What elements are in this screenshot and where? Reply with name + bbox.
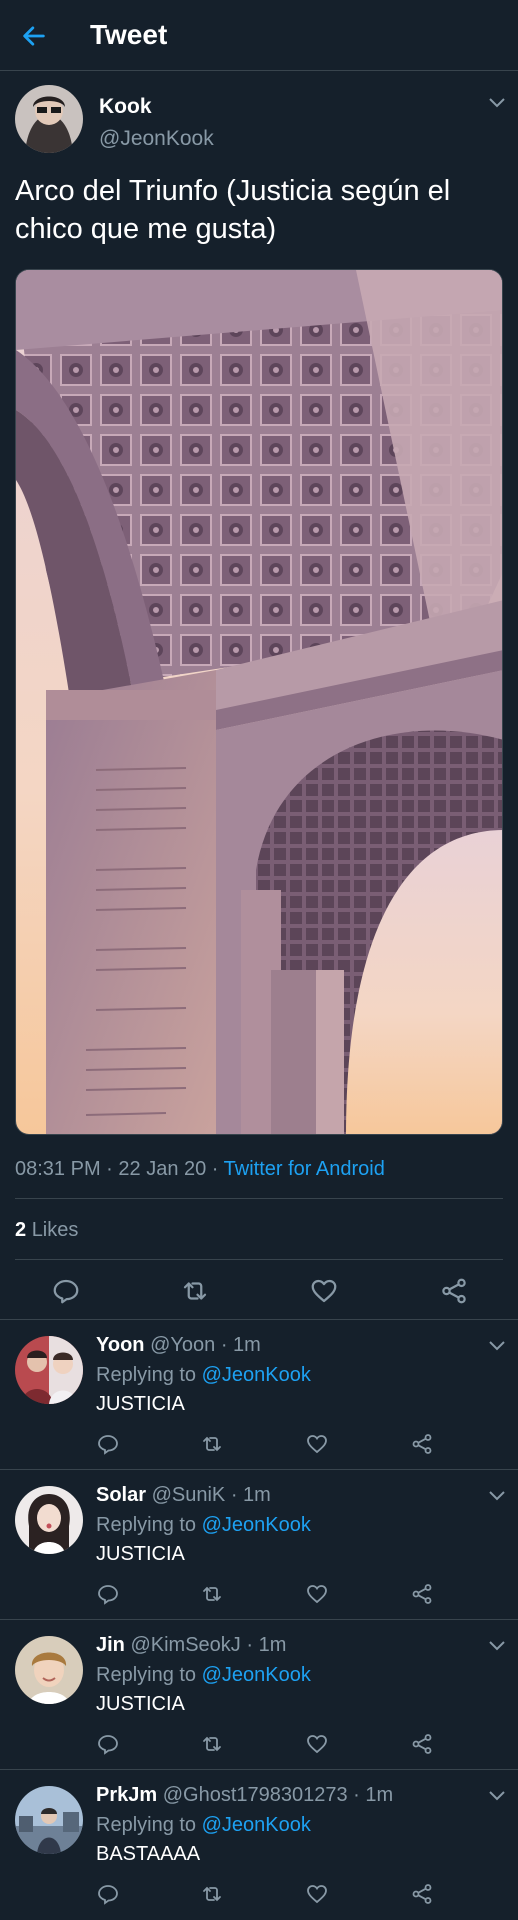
replying-to-link[interactable]: @JeonKook [202, 1514, 311, 1536]
author-name[interactable]: Kook [99, 95, 152, 119]
reply-avatar[interactable] [15, 1636, 83, 1704]
tweet-time: 08:31 PM [15, 1158, 101, 1180]
reply-name[interactable]: PrkJm [96, 1784, 157, 1806]
replying-to: Replying to @JeonKook [96, 1514, 311, 1537]
likes-label: Likes [31, 1219, 79, 1241]
tweet-author: Kook @JeonKook [0, 71, 518, 161]
author-handle[interactable]: @JeonKook [99, 127, 214, 151]
chevron-down-icon[interactable] [488, 1490, 506, 1502]
reply-icon[interactable] [96, 1732, 120, 1756]
reply-name[interactable]: Solar [96, 1484, 146, 1506]
chevron-down-icon[interactable] [488, 1790, 506, 1802]
reply-icon[interactable] [96, 1582, 120, 1606]
reply-icon[interactable] [51, 1276, 81, 1306]
reply-tweet[interactable]: Yoon @Yoon · 1m Replying to @JeonKook JU… [0, 1320, 518, 1470]
replying-to-link[interactable]: @JeonKook [202, 1814, 311, 1836]
reply-text: JUSTICIA [96, 1393, 185, 1415]
replying-label: Replying to [96, 1514, 197, 1536]
divider [15, 1259, 503, 1260]
tweet-photo[interactable] [15, 269, 503, 1135]
chevron-down-icon[interactable] [488, 1340, 506, 1352]
chevron-down-icon[interactable] [488, 1640, 506, 1652]
reply-icon[interactable] [96, 1432, 120, 1456]
share-icon[interactable] [410, 1732, 434, 1756]
replying-to: Replying to @JeonKook [96, 1814, 311, 1837]
reply-tweet[interactable]: PrkJm @Ghost1798301273 · 1m Replying to … [0, 1770, 518, 1920]
share-icon[interactable] [410, 1432, 434, 1456]
share-icon[interactable] [439, 1276, 469, 1306]
reply-icon[interactable] [96, 1882, 120, 1906]
reply-avatar[interactable] [15, 1336, 83, 1404]
reply-avatar[interactable] [15, 1486, 83, 1554]
like-icon[interactable] [309, 1276, 339, 1306]
reply-time: 1m [233, 1334, 261, 1356]
tweet-text: Arco del Triunfo (Justicia según el chic… [15, 175, 451, 245]
retweet-icon[interactable] [200, 1882, 224, 1906]
replying-label: Replying to [96, 1664, 197, 1686]
reply-time: 1m [258, 1634, 287, 1656]
retweet-icon[interactable] [200, 1732, 224, 1756]
like-icon[interactable] [305, 1432, 329, 1456]
reply-header: PrkJm @Ghost1798301273 · 1m [96, 1784, 394, 1806]
retweet-icon[interactable] [180, 1276, 210, 1306]
reply-text: JUSTICIA [96, 1693, 185, 1715]
top-bar: Tweet [0, 0, 518, 71]
reply-handle[interactable]: @KimSeokJ [130, 1634, 240, 1656]
reply-time: 1m [365, 1784, 394, 1806]
author-avatar[interactable] [15, 85, 83, 153]
like-icon[interactable] [305, 1582, 329, 1606]
tweet-actions [0, 1272, 518, 1320]
share-icon[interactable] [410, 1882, 434, 1906]
page-title: Tweet [90, 19, 168, 50]
tweet-meta: 08:31 PM · 22 Jan 20 · Twitter for Andro… [15, 1158, 385, 1180]
like-icon[interactable] [305, 1882, 329, 1906]
replying-to-link[interactable]: @JeonKook [202, 1364, 311, 1386]
arrow-left-icon[interactable] [20, 22, 48, 50]
chevron-down-icon[interactable] [488, 97, 506, 109]
reply-time: 1m [243, 1484, 271, 1506]
likes-summary[interactable]: 2 Likes [15, 1219, 78, 1242]
reply-handle[interactable]: @SuniK [152, 1484, 226, 1506]
replying-to: Replying to @JeonKook [96, 1364, 311, 1387]
divider [15, 1198, 503, 1199]
likes-count: 2 [15, 1219, 27, 1241]
reply-tweet[interactable]: Solar @SuniK · 1m Replying to @JeonKook … [0, 1470, 518, 1620]
tweet-source-link[interactable]: Twitter for Android [224, 1158, 385, 1180]
retweet-icon[interactable] [200, 1432, 224, 1456]
replying-to-link[interactable]: @JeonKook [202, 1664, 311, 1686]
reply-text: BASTAAAA [96, 1843, 201, 1865]
reply-name[interactable]: Jin [96, 1634, 125, 1656]
like-icon[interactable] [305, 1732, 329, 1756]
reply-header: Yoon @Yoon · 1m [96, 1334, 261, 1356]
reply-tweet[interactable]: Jin @KimSeokJ · 1m Replying to @JeonKook… [0, 1620, 518, 1770]
replying-label: Replying to [96, 1364, 197, 1386]
reply-handle[interactable]: @Yoon [150, 1334, 215, 1356]
reply-header: Jin @KimSeokJ · 1m [96, 1634, 287, 1656]
reply-text: JUSTICIA [96, 1543, 185, 1565]
retweet-icon[interactable] [200, 1582, 224, 1606]
reply-name[interactable]: Yoon [96, 1334, 145, 1356]
tweet-date: 22 Jan 20 [118, 1158, 207, 1180]
replying-to: Replying to @JeonKook [96, 1664, 311, 1687]
share-icon[interactable] [410, 1582, 434, 1606]
reply-handle[interactable]: @Ghost1798301273 [163, 1784, 348, 1806]
replying-label: Replying to [96, 1814, 197, 1836]
reply-avatar[interactable] [15, 1786, 83, 1854]
reply-header: Solar @SuniK · 1m [96, 1484, 271, 1506]
